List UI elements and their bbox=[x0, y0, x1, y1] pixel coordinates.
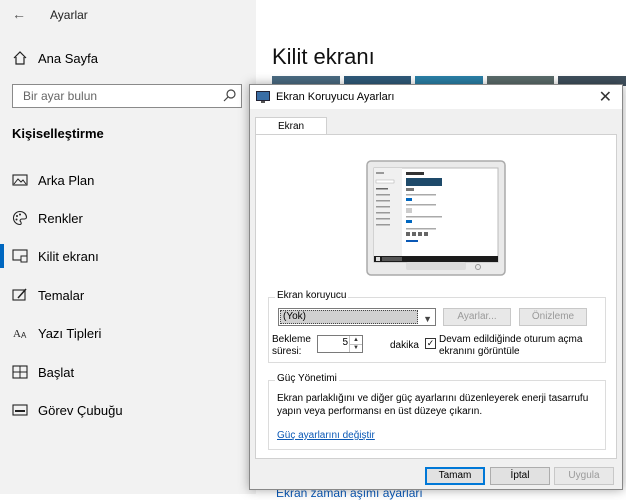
screensaver-group: Ekran koruyucu (Yok) ▼ Ayarlar... Önizle… bbox=[268, 290, 606, 363]
sidebar-item-label: Yazı Tipleri bbox=[38, 325, 102, 341]
home-icon bbox=[13, 51, 27, 65]
dialog-titlebar[interactable]: Ekran Koruyucu Ayarları ✕ bbox=[250, 85, 622, 109]
page-title: Kilit ekranı bbox=[272, 44, 375, 69]
picture-icon bbox=[12, 174, 28, 186]
monitor-preview bbox=[366, 160, 506, 276]
wait-time-value: 5 bbox=[342, 337, 348, 348]
monitor-icon bbox=[256, 91, 270, 103]
wait-label-line2: süresi: bbox=[272, 346, 302, 357]
resume-label-line1: Devam edildiğinde oturum açma bbox=[439, 334, 583, 345]
chevron-down-icon: ▼ bbox=[423, 314, 432, 324]
minutes-label: dakika bbox=[390, 340, 419, 351]
resume-label-line2: ekranını görüntüle bbox=[439, 346, 520, 357]
dialog-title: Ekran Koruyucu Ayarları bbox=[276, 91, 395, 103]
sidebar-item-kilit-ekrani[interactable]: Kilit ekranı bbox=[0, 244, 99, 268]
sidebar-item-label: Temalar bbox=[38, 287, 85, 303]
sidebar-item-gorev-cubugu[interactable]: Görev Çubuğu bbox=[12, 400, 123, 420]
sidebar-item-renkler[interactable]: Renkler bbox=[12, 208, 83, 228]
svg-text:A: A bbox=[13, 328, 21, 340]
tab-panel: Ekran koruyucu (Yok) ▼ Ayarlar... Önizle… bbox=[255, 134, 617, 459]
close-icon[interactable]: ✕ bbox=[599, 87, 612, 107]
sidebar-item-yazi-tipleri[interactable]: A A Yazı Tipleri bbox=[12, 323, 101, 343]
screensaver-selected-value: (Yok) bbox=[280, 310, 418, 324]
preview-button[interactable]: Önizleme bbox=[519, 308, 587, 326]
lock-screen-icon bbox=[12, 249, 28, 263]
svg-text:A: A bbox=[21, 331, 27, 340]
search-icon bbox=[223, 89, 236, 102]
search-placeholder: Bir ayar bulun bbox=[23, 89, 98, 103]
tab-ekran-koruyucu[interactable]: Ekran Koruyucu bbox=[255, 117, 327, 150]
power-group-title: Güç Yönetimi bbox=[275, 373, 339, 384]
power-management-group: Güç Yönetimi Ekran parlaklığını ve diğer… bbox=[268, 373, 606, 450]
section-title: Kişiselleştirme bbox=[12, 126, 104, 141]
ok-button[interactable]: Tamam bbox=[425, 467, 485, 485]
power-text-line2: yapın veya performansı en üst düzeye çık… bbox=[277, 406, 483, 417]
sidebar-item-label: Renkler bbox=[38, 210, 83, 226]
settings-button[interactable]: Ayarlar... bbox=[443, 308, 511, 326]
nav-home-label: Ana Sayfa bbox=[38, 50, 98, 66]
power-text-line1: Ekran parlaklığını ve diğer güç ayarları… bbox=[277, 393, 589, 404]
resume-checkbox[interactable]: ✓ bbox=[425, 338, 436, 349]
sidebar-item-baslat[interactable]: Başlat bbox=[12, 362, 74, 382]
active-indicator bbox=[0, 244, 4, 268]
sidebar-item-temalar[interactable]: Temalar bbox=[12, 285, 84, 305]
palette-icon bbox=[12, 210, 28, 226]
wait-label-line1: Bekleme bbox=[272, 334, 311, 345]
sidebar-item-label: Kilit ekranı bbox=[38, 248, 99, 264]
taskbar-icon bbox=[12, 404, 28, 416]
settings-nav-pane: ← Ayarlar Ana Sayfa Bir ayar bulun Kişis… bbox=[0, 0, 256, 494]
cancel-button[interactable]: İptal bbox=[490, 467, 550, 485]
themes-icon bbox=[12, 288, 27, 301]
power-settings-link[interactable]: Güç ayarlarını değiştir bbox=[277, 430, 375, 441]
app-title: Ayarlar bbox=[50, 8, 88, 22]
font-icon: A A bbox=[13, 328, 27, 340]
nav-home[interactable]: Ana Sayfa bbox=[12, 50, 98, 66]
sidebar-item-label: Görev Çubuğu bbox=[38, 402, 123, 418]
wait-time-stepper[interactable]: 5 ▲ ▼ bbox=[317, 335, 363, 353]
start-icon bbox=[12, 365, 28, 379]
apply-button[interactable]: Uygula bbox=[554, 467, 614, 485]
screensaver-dialog: Ekran Koruyucu Ayarları ✕ Ekran Koruyucu bbox=[249, 84, 623, 490]
sidebar-item-label: Başlat bbox=[38, 364, 75, 380]
sidebar-item-label: Arka Plan bbox=[38, 172, 95, 188]
sidebar-item-arka-plan[interactable]: Arka Plan bbox=[12, 170, 94, 190]
screensaver-group-title: Ekran koruyucu bbox=[275, 290, 349, 301]
spin-down-icon[interactable]: ▼ bbox=[349, 344, 362, 352]
screensaver-select[interactable]: (Yok) ▼ bbox=[278, 308, 436, 326]
back-arrow-icon[interactable]: ← bbox=[12, 6, 26, 22]
search-input[interactable]: Bir ayar bulun bbox=[12, 84, 242, 108]
